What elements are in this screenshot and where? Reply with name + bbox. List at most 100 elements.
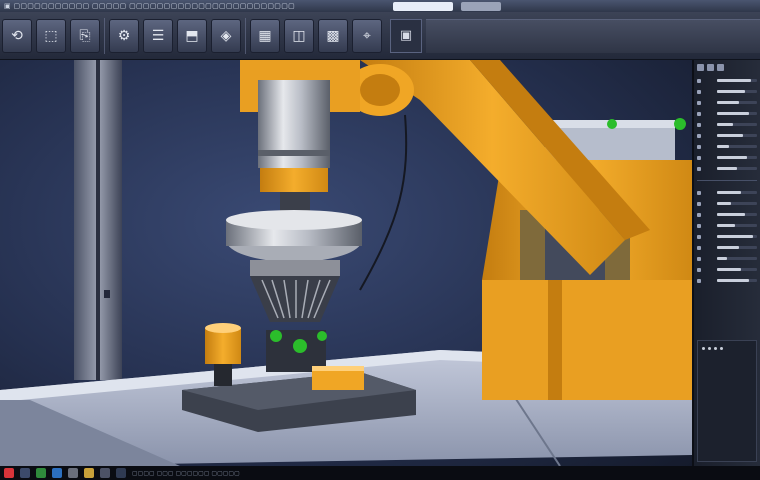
- property-icon: [697, 223, 701, 228]
- property-row[interactable]: [697, 209, 757, 220]
- property-row[interactable]: [697, 163, 757, 174]
- property-slider[interactable]: [717, 90, 757, 93]
- property-icon: [697, 111, 701, 116]
- property-slider[interactable]: [717, 145, 757, 148]
- machine-frame-pillar: [74, 60, 122, 380]
- property-slider[interactable]: [717, 79, 757, 82]
- document-tab-active[interactable]: [393, 1, 454, 11]
- ribbon-empty-area: [426, 18, 760, 53]
- panel-toggle-button[interactable]: ▣: [390, 18, 422, 53]
- taskbar-app-icon[interactable]: [52, 468, 62, 478]
- cad-application-window: ▣ ▢▢▢▢▢▢▢▢▢▢▢ ▢▢▢▢▢ ▢▢▢▢▢▢▢▢▢▢▢▢▢▢▢▢▢▢▢▢…: [0, 0, 760, 480]
- import-button[interactable]: ⎘: [70, 18, 100, 53]
- property-icon: [697, 133, 701, 138]
- property-slider[interactable]: [717, 191, 757, 194]
- taskbar-app-icon[interactable]: [68, 468, 78, 478]
- taskbar-app-icon[interactable]: [20, 468, 30, 478]
- start-icon[interactable]: [4, 468, 14, 478]
- grid-button[interactable]: ▩: [318, 18, 348, 53]
- taskbar-app-icon[interactable]: [84, 468, 94, 478]
- simulate-button[interactable]: ◈: [211, 18, 241, 53]
- scene-render: [0, 60, 692, 466]
- property-row[interactable]: [697, 75, 757, 86]
- toolbar-ribbon: ⟲ ⬚ ⎘ ⚙ ☰ ⬒ ◈ ▦ ◫ ▩ ⌖ ▣: [0, 12, 760, 60]
- assembly-button[interactable]: ⚙: [109, 18, 139, 53]
- render-button[interactable]: ▦: [250, 18, 280, 53]
- toolpath-button[interactable]: ⬒: [177, 18, 207, 53]
- property-row[interactable]: [697, 231, 757, 242]
- property-row[interactable]: [697, 242, 757, 253]
- property-row[interactable]: [697, 97, 757, 108]
- property-icon: [697, 155, 701, 160]
- property-row[interactable]: [697, 275, 757, 286]
- property-icon: [697, 190, 701, 195]
- property-row[interactable]: [697, 86, 757, 97]
- property-slider[interactable]: [717, 134, 757, 137]
- property-icon: [697, 89, 701, 94]
- property-slider[interactable]: [717, 279, 757, 282]
- property-icon: [697, 100, 701, 105]
- property-row[interactable]: [697, 187, 757, 198]
- property-slider[interactable]: [717, 123, 757, 126]
- panel-divider: [697, 180, 757, 181]
- panel-minimize-icon[interactable]: [707, 64, 714, 71]
- property-slider[interactable]: [717, 257, 757, 260]
- grid-icon: ▩: [326, 27, 340, 44]
- property-slider[interactable]: [717, 246, 757, 249]
- part-icon: ⬚: [44, 27, 58, 44]
- property-slider[interactable]: [717, 156, 757, 159]
- panel-header: [697, 64, 757, 71]
- property-icon: [697, 78, 701, 83]
- property-row[interactable]: [697, 198, 757, 209]
- ribbon-separator: [245, 17, 246, 54]
- panel-lower-handle[interactable]: [702, 347, 723, 350]
- undo-button[interactable]: ⟲: [2, 18, 32, 53]
- ribbon-separator: [104, 17, 105, 54]
- property-slider[interactable]: [717, 101, 757, 104]
- property-icon: [697, 256, 701, 261]
- panel-pin-icon[interactable]: [697, 64, 704, 71]
- 3d-viewport[interactable]: [0, 60, 692, 466]
- property-slider[interactable]: [717, 224, 757, 227]
- import-icon: ⎘: [79, 27, 91, 44]
- document-tab[interactable]: [461, 1, 502, 11]
- property-icon: [697, 234, 701, 239]
- simulate-icon: ◈: [220, 27, 232, 44]
- property-row[interactable]: [697, 220, 757, 231]
- panel-lower-pane: [697, 340, 757, 462]
- panel-close-icon[interactable]: [717, 64, 724, 71]
- property-slider[interactable]: [717, 268, 757, 271]
- property-icon: [697, 278, 701, 283]
- spindle-head: [226, 80, 362, 322]
- measure-button[interactable]: ⌖: [352, 18, 382, 53]
- properties-panel: [692, 60, 760, 466]
- property-row[interactable]: [697, 108, 757, 119]
- property-row[interactable]: [697, 141, 757, 152]
- taskbar-app-icon[interactable]: [116, 468, 126, 478]
- property-slider[interactable]: [717, 167, 757, 170]
- property-icon: [697, 122, 701, 127]
- property-slider[interactable]: [717, 213, 757, 216]
- property-row[interactable]: [697, 130, 757, 141]
- view-button[interactable]: ◫: [284, 18, 314, 53]
- render-icon: ▦: [258, 27, 272, 44]
- property-slider[interactable]: [717, 202, 757, 205]
- property-icon: [697, 201, 701, 206]
- property-row[interactable]: [697, 152, 757, 163]
- view-icon: ◫: [292, 27, 306, 44]
- property-slider[interactable]: [717, 112, 757, 115]
- fixture-button[interactable]: ☰: [143, 18, 173, 53]
- taskbar-app-icon[interactable]: [100, 468, 110, 478]
- property-icon: [697, 144, 701, 149]
- property-row[interactable]: [697, 119, 757, 130]
- property-row[interactable]: [697, 253, 757, 264]
- property-icon: [697, 267, 701, 272]
- property-row[interactable]: [697, 264, 757, 275]
- taskbar-status-text: ▢▢▢▢ ▢▢▢ ▢▢▢▢▢▢ ▢▢▢▢▢: [132, 469, 240, 477]
- property-slider[interactable]: [717, 235, 757, 238]
- taskbar-app-icon[interactable]: [36, 468, 46, 478]
- property-list: [697, 75, 757, 286]
- measure-icon: ⌖: [363, 27, 371, 44]
- part-button[interactable]: ⬚: [36, 18, 66, 53]
- property-icon: [697, 245, 701, 250]
